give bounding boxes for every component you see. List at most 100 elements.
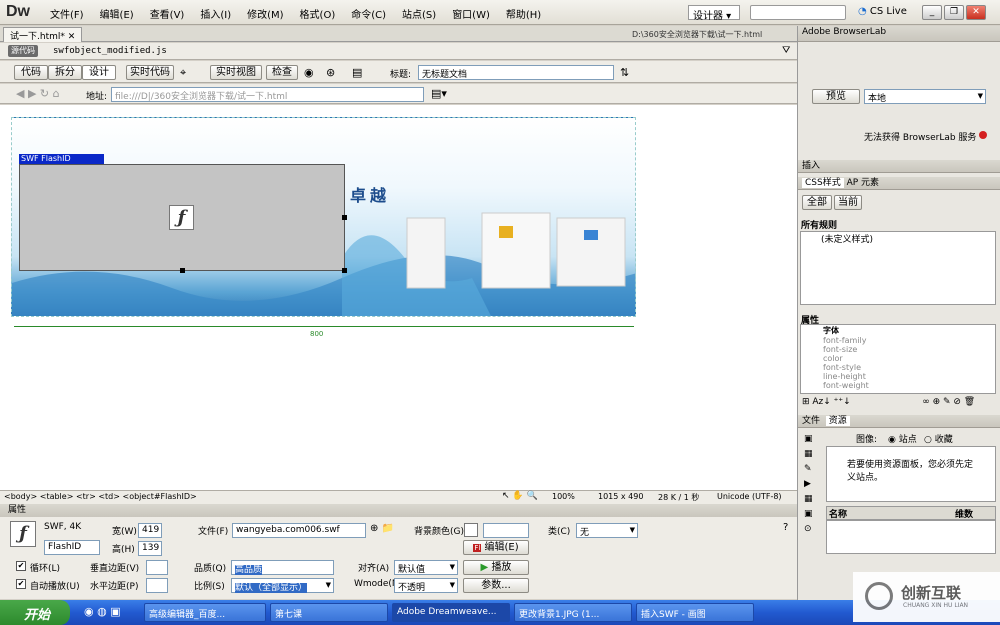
menu-item[interactable]: 查看(V) (142, 6, 193, 21)
code-view-button[interactable]: 代码 (14, 65, 48, 80)
window-size[interactable]: 1015 x 490 (598, 492, 643, 501)
resize-handle[interactable] (342, 215, 347, 220)
back-icon[interactable]: ◀ ▶ ↻ ⌂ (16, 87, 60, 100)
check-compat-icon[interactable]: ⊛ (326, 66, 335, 79)
css-toolbar-icons[interactable]: ⊞ Az↓ ⁺⁺↓ ∞ ⊕ ✎ ⊘ 🗑 (802, 397, 975, 407)
css-property-row[interactable]: font-style (823, 363, 995, 372)
menu-item[interactable]: 插入(I) (192, 6, 239, 21)
all-button[interactable]: 全部 (802, 195, 832, 210)
taskbar-item[interactable]: 插入SWF - 画图 (636, 603, 754, 622)
close-tab-icon[interactable]: ✕ (68, 32, 76, 42)
taskbar-item[interactable]: 高级编辑器_百度... (144, 603, 266, 622)
height-field[interactable]: 139 (138, 541, 162, 556)
favorites-radio[interactable]: ○ 收藏 (924, 432, 953, 445)
taskbar-item[interactable]: 第七课 (270, 603, 388, 622)
css-property-row[interactable]: color (823, 354, 995, 363)
menu-item[interactable]: 窗口(W) (444, 6, 498, 21)
cs-live-button[interactable]: ◔ CS Live (858, 6, 907, 17)
related-file-link[interactable]: swfobject_modified.js (53, 46, 167, 56)
tag-selector[interactable]: <body> <table> <tr> <td> <object#FlashID… (4, 492, 197, 501)
play-button[interactable]: ▶ 播放 (463, 560, 529, 575)
preview-browser-icon[interactable]: ◉ (304, 66, 314, 79)
wmode-select[interactable]: 不透明 (394, 578, 458, 593)
tab-assets[interactable]: 资源 (825, 416, 850, 426)
menu-item[interactable]: 命令(C) (343, 6, 394, 21)
taskbar-item[interactable]: Adobe Dreamweave... (392, 603, 510, 622)
bg-color-swatch[interactable] (464, 523, 478, 537)
class-select[interactable]: 无 (576, 523, 638, 538)
menu-item[interactable]: 编辑(E) (92, 6, 142, 21)
inspect-button[interactable]: 检查 (266, 65, 298, 80)
bg-color-field[interactable] (483, 523, 529, 538)
source-code-chip[interactable]: 源代码 (8, 45, 38, 57)
css-property-row[interactable]: line-height (823, 372, 995, 381)
rules-list[interactable]: (未定义样式) (800, 231, 996, 305)
title-label: 标题: (390, 70, 412, 80)
document-tab-label: 试一下.html* (10, 32, 65, 42)
preview-button[interactable]: 预览 (812, 89, 860, 104)
css-property-row[interactable]: font-family (823, 336, 995, 345)
undefined-style-rule[interactable]: (未定义样式) (801, 235, 873, 245)
document-tab[interactable]: 试一下.html* ✕ (3, 27, 83, 42)
filter-icon[interactable]: ⛛ (782, 45, 790, 56)
menu-item[interactable]: 站点(S) (394, 6, 444, 21)
css-properties-list[interactable]: 字体 font-family font-size color font-style li… (800, 324, 996, 394)
quick-launch-icons[interactable]: ◉ ◍ ▣ (84, 605, 121, 618)
tab-css-styles[interactable]: CSS样式 (802, 178, 844, 188)
help-icon[interactable]: ? (783, 522, 788, 533)
workspace-switcher[interactable]: 设计器 ▾ (688, 5, 740, 22)
taskbar-item[interactable]: 更改背景1.JPG (1... (514, 603, 632, 622)
quality-select[interactable]: 高品质 (231, 560, 334, 575)
loop-checkbox[interactable]: ✔ (16, 561, 26, 571)
search-input[interactable] (750, 5, 846, 20)
file-field[interactable]: wangyeba.com006.swf (232, 523, 366, 538)
menu-item[interactable]: 格式(O) (292, 6, 344, 21)
zoom-level[interactable]: 100% (552, 492, 575, 501)
address-label: 地址: (86, 92, 108, 102)
insert-panel-header[interactable]: 插入 (798, 160, 1000, 173)
resize-handle[interactable] (180, 268, 185, 273)
width-field[interactable]: 419 (138, 523, 162, 538)
css-property-row[interactable]: font-size (823, 345, 995, 354)
menu-item[interactable]: 文件(F) (42, 6, 92, 21)
split-view-button[interactable]: 拆分 (48, 65, 82, 80)
params-button[interactable]: 参数... (463, 578, 529, 593)
maximize-button[interactable]: ❐ (944, 5, 964, 20)
menu-item[interactable]: 帮助(H) (498, 6, 549, 21)
scale-select[interactable]: 默认（全部显示） (231, 578, 334, 593)
tab-ap-elements[interactable]: AP 元素 (847, 178, 879, 188)
browse-file-icon[interactable]: ⊕ 📁 (370, 523, 394, 534)
select-tool-icon[interactable]: ↖ ✋ 🔍 (502, 491, 538, 501)
vspace-field[interactable] (146, 560, 168, 575)
page-options-icon[interactable]: ▤▾ (431, 87, 447, 100)
assets-list[interactable] (826, 520, 996, 554)
hspace-field[interactable] (146, 578, 168, 593)
current-button[interactable]: 当前 (834, 195, 862, 210)
edit-button[interactable]: Fl 编辑(E) (463, 540, 529, 555)
inspect-tools-icon[interactable]: ⌖ (180, 66, 186, 80)
local-select[interactable]: 本地 (864, 89, 986, 104)
live-view-button[interactable]: 实时视图 (210, 65, 262, 80)
autoplay-checkbox[interactable]: ✔ (16, 579, 26, 589)
resize-handle[interactable] (342, 268, 347, 273)
design-view-button[interactable]: 设计 (82, 65, 116, 80)
minimize-button[interactable]: _ (922, 5, 942, 20)
menu-item[interactable]: 修改(M) (239, 6, 291, 21)
file-management-icon[interactable]: ⇅ (620, 66, 629, 79)
asset-type-icons[interactable]: ▣ ▦ ✎ ▶ ▦ ▣ ⊙ (804, 432, 818, 542)
tab-files[interactable]: 文件 (802, 416, 820, 426)
close-button[interactable]: ✕ (966, 5, 986, 20)
scale-label: 比例(S) (194, 582, 225, 592)
site-radio[interactable]: ◉ 站点 (888, 432, 917, 445)
title-field[interactable]: 无标题文档 (418, 65, 614, 80)
start-button[interactable]: 开始 (0, 600, 70, 625)
font-group[interactable]: 字体 (801, 325, 995, 336)
align-select[interactable]: 默认值 (394, 560, 458, 575)
live-code-button[interactable]: 实时代码 (126, 65, 174, 80)
visual-aids-icon[interactable]: ▤ (352, 66, 362, 79)
object-id-field[interactable]: FlashID (44, 540, 100, 555)
dimensions-column[interactable]: 维数 (955, 507, 973, 520)
name-column[interactable]: 名称 (827, 510, 847, 520)
css-property-row[interactable]: font-weight (823, 381, 995, 390)
address-field[interactable]: file:///D|/360安全浏览器下载/试一下.html (111, 87, 424, 102)
